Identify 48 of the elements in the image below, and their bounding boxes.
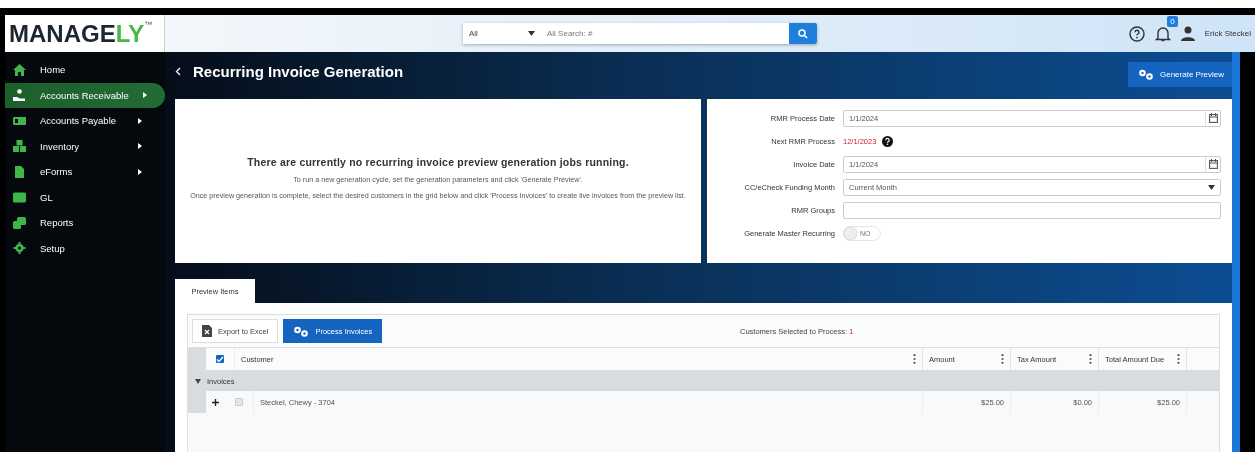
stacked-squares-icon	[13, 216, 26, 229]
row-checkbox[interactable]	[235, 398, 243, 406]
sidebar-item[interactable]: Reports	[5, 210, 165, 236]
banknote-icon	[13, 114, 26, 127]
page-title: Recurring Invoice Generation	[193, 62, 404, 80]
scope-dropdown[interactable]: All	[463, 23, 543, 44]
hand-coin-icon	[13, 89, 26, 102]
input-field[interactable]	[843, 201, 1221, 219]
select-all-checkbox[interactable]	[216, 355, 224, 363]
card-icon	[13, 191, 26, 204]
sidebar-item[interactable]: Accounts Payable	[5, 108, 165, 134]
caret-icon	[1208, 184, 1215, 190]
calendar-icon[interactable]	[1208, 113, 1218, 123]
boxes-icon	[13, 140, 26, 153]
sidebar-item[interactable]: Inventory	[5, 133, 165, 159]
user-icon[interactable]	[1180, 26, 1195, 41]
document-icon	[13, 165, 26, 178]
bell-icon[interactable]	[1154, 25, 1171, 42]
notification-count: 0	[1167, 16, 1178, 27]
back-icon[interactable]	[175, 66, 181, 76]
scrollbar[interactable]	[1232, 52, 1240, 452]
search-icon	[798, 28, 808, 39]
calendar-icon[interactable]	[1208, 159, 1218, 169]
gears-icon	[1137, 69, 1154, 80]
column-menu-icon[interactable]	[913, 354, 916, 364]
logo: MANAGELY$^{™}$	[5, 15, 165, 52]
column-menu-icon[interactable]	[1001, 354, 1004, 364]
search-button[interactable]	[789, 23, 817, 44]
caret-icon	[528, 31, 535, 36]
sidebar-item[interactable]: Accounts Receivable	[5, 82, 165, 108]
user-name[interactable]: Erick Steckel	[1204, 29, 1251, 38]
help-icon[interactable]	[1128, 25, 1145, 42]
plus-icon[interactable]	[212, 398, 219, 406]
sidebar-item[interactable]: eForms	[5, 159, 165, 185]
help-icon[interactable]	[882, 135, 894, 147]
expand-icon[interactable]	[195, 378, 201, 384]
status-heading: There are currently no recurring invoice preview generation jobs running.	[247, 156, 629, 169]
column-menu-icon[interactable]	[1177, 354, 1180, 364]
gear-icon	[13, 242, 26, 255]
sidebar-item[interactable]: Home	[5, 57, 165, 83]
gears-icon	[293, 325, 310, 337]
search-field[interactable]: All Search: #	[543, 23, 789, 44]
sidebar-item[interactable]: Setup	[5, 235, 165, 261]
column-menu-icon[interactable]	[1089, 354, 1092, 364]
home-icon	[13, 63, 26, 76]
sidebar-item[interactable]: GL	[5, 184, 165, 210]
excel-file-icon	[202, 325, 212, 337]
generate-preview-button[interactable]: Generate Preview	[1127, 62, 1232, 87]
